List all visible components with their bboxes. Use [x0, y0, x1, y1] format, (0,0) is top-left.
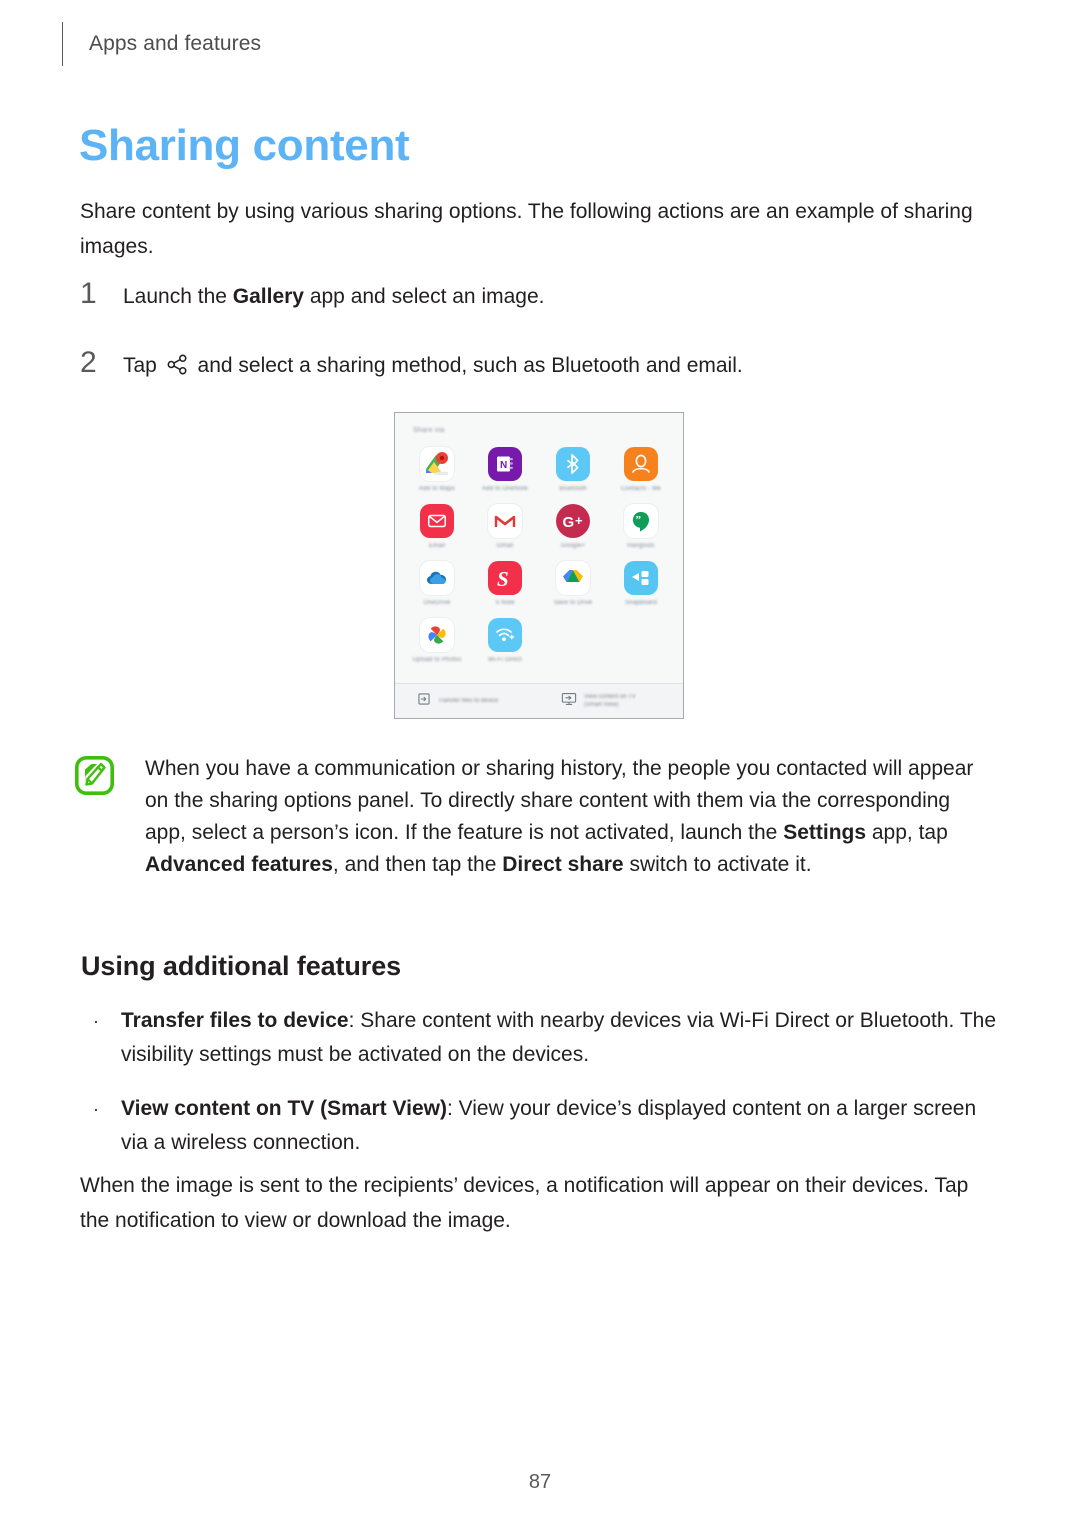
- share-app-label: S Note: [495, 600, 515, 606]
- step-1-text: Launch the Gallery app and select an ima…: [123, 282, 544, 312]
- share-app-item[interactable]: S S Note: [471, 561, 539, 608]
- note-seg-3: Advanced features: [145, 853, 333, 876]
- bullet-0-bold: Transfer files to device: [121, 1009, 349, 1032]
- wifi-direct-icon: [488, 618, 522, 652]
- share-app-label: SnapBoard: [625, 600, 657, 606]
- share-app-label: Add to OneNote: [482, 486, 528, 492]
- step-1-bold: Gallery: [232, 285, 304, 308]
- transfer-files-label: Transfer files to device: [438, 698, 499, 704]
- share-app-item[interactable]: Save to Drive: [539, 561, 607, 608]
- note-callout: When you have a communication or sharing…: [74, 753, 985, 881]
- page-title: Sharing content: [79, 121, 410, 170]
- smart-view-icon: [561, 692, 577, 711]
- share-icon: [166, 353, 189, 385]
- share-app-item[interactable]: ” Hangouts: [607, 504, 675, 551]
- step-1-text-before: Launch the: [123, 285, 233, 308]
- breadcrumb: Apps and features: [89, 32, 262, 55]
- share-app-item[interactable]: Gmail: [471, 504, 539, 551]
- share-app-item[interactable]: Email: [403, 504, 471, 551]
- subsection-heading: Using additional features: [81, 951, 402, 981]
- bullet-1-bold: View content on TV (Smart View): [121, 1097, 447, 1120]
- smart-view-label-line2: (Smart View): [584, 702, 619, 708]
- onedrive-icon: [420, 561, 454, 595]
- note-seg-4: , and then tap the: [332, 853, 503, 876]
- header-divider: [62, 22, 63, 66]
- onenote-icon: N: [488, 447, 522, 481]
- google-drive-icon: [556, 561, 590, 595]
- list-item: · Transfer files to device: Share conten…: [93, 1004, 998, 1072]
- google-plus-icon: G +: [556, 504, 590, 538]
- share-app-label: Add to Maps: [419, 486, 455, 492]
- bluetooth-icon: [556, 447, 590, 481]
- gmail-icon: [488, 504, 522, 538]
- contacts-icon: [624, 447, 658, 481]
- bullet-marker: ·: [93, 1099, 99, 1119]
- share-app-label: Upload to Photos: [412, 657, 462, 663]
- smart-view-label-line1: View content on TV: [584, 694, 636, 700]
- snapboard-icon: [624, 561, 658, 595]
- share-app-label: Bluetooth: [559, 486, 587, 492]
- note-seg-5: Direct share: [502, 853, 624, 876]
- share-app-grid: Add to Maps N Add to OneNote Bluetooth C…: [395, 443, 683, 665]
- page-number: 87: [528, 1471, 552, 1493]
- bullet-text: Transfer files to device: Share content …: [121, 1004, 996, 1072]
- page-header: Apps and features: [62, 22, 261, 66]
- note-text: When you have a communication or sharing…: [145, 753, 985, 881]
- step-1: 1 Launch the Gallery app and select an i…: [80, 279, 544, 312]
- closing-paragraph: When the image is sent to the recipients…: [80, 1174, 969, 1232]
- share-app-label: Gmail: [496, 543, 514, 549]
- share-app-item[interactable]: N Add to OneNote: [471, 447, 539, 494]
- svg-text:N: N: [500, 460, 507, 471]
- samsung-email-icon: [420, 504, 454, 538]
- svg-text:S: S: [497, 567, 509, 591]
- share-app-item[interactable]: G + Google+: [539, 504, 607, 551]
- google-maps-icon: [420, 447, 454, 481]
- share-panel-title: Share via: [413, 427, 445, 434]
- step-2-number: 2: [80, 346, 97, 379]
- bullet-marker: ·: [93, 1011, 99, 1031]
- step-2-text-after: and select a sharing method, such as Blu…: [191, 354, 743, 377]
- share-app-item[interactable]: Add to Maps: [403, 447, 471, 494]
- note-seg-1: Settings: [783, 821, 867, 844]
- share-panel-screenshot: Share via Add to Maps N Add to OneNote B…: [394, 412, 684, 719]
- step-2: 2 Tap and select a sharing method, such …: [80, 348, 743, 385]
- svg-text:+: +: [575, 513, 583, 528]
- s-note-icon: S: [488, 561, 522, 595]
- share-app-item[interactable]: Contacts - Me: [607, 447, 675, 494]
- share-app-item[interactable]: Upload to Photos: [403, 618, 471, 665]
- note-pencil-icon: [74, 755, 115, 796]
- share-app-item[interactable]: Wi-Fi Direct: [471, 618, 539, 665]
- share-app-label: Contacts - Me: [621, 486, 661, 492]
- step-2-text-before: Tap: [123, 354, 163, 377]
- share-panel-footer: Transfer files to device View content on…: [395, 683, 683, 718]
- hangouts-icon: ”: [624, 504, 658, 538]
- share-app-label: Email: [428, 543, 445, 549]
- google-photos-icon: [420, 618, 454, 652]
- share-app-label: Wi-Fi Direct: [488, 657, 522, 663]
- share-app-item[interactable]: Bluetooth: [539, 447, 607, 494]
- share-app-item[interactable]: OneDrive: [403, 561, 471, 608]
- transfer-files-to-device-item[interactable]: Transfer files to device: [395, 692, 539, 711]
- feature-bullet-list: · Transfer files to device: Share conten…: [93, 1004, 998, 1180]
- share-app-label: Save to Drive: [553, 600, 593, 606]
- svg-text:”: ”: [636, 514, 642, 526]
- step-1-number: 1: [80, 277, 97, 310]
- list-item: · View content on TV (Smart View): View …: [93, 1092, 998, 1160]
- note-seg-6: switch to activate it.: [623, 853, 812, 876]
- bullet-text: View content on TV (Smart View): View yo…: [121, 1092, 996, 1160]
- intro-paragraph: Share content by using various sharing o…: [80, 200, 973, 258]
- share-app-label: Google+: [560, 543, 586, 549]
- transfer-files-icon: [417, 692, 431, 711]
- share-app-label: OneDrive: [423, 600, 451, 606]
- share-app-item[interactable]: SnapBoard: [607, 561, 675, 608]
- step-2-text: Tap and select a sharing method, such as…: [123, 351, 743, 385]
- step-1-text-after: app and select an image.: [303, 285, 545, 308]
- note-seg-2: app, tap: [866, 821, 948, 844]
- share-app-label: Hangouts: [627, 543, 655, 549]
- svg-text:G: G: [563, 514, 575, 531]
- view-content-on-tv-item[interactable]: View content on TV (Smart View): [539, 692, 683, 711]
